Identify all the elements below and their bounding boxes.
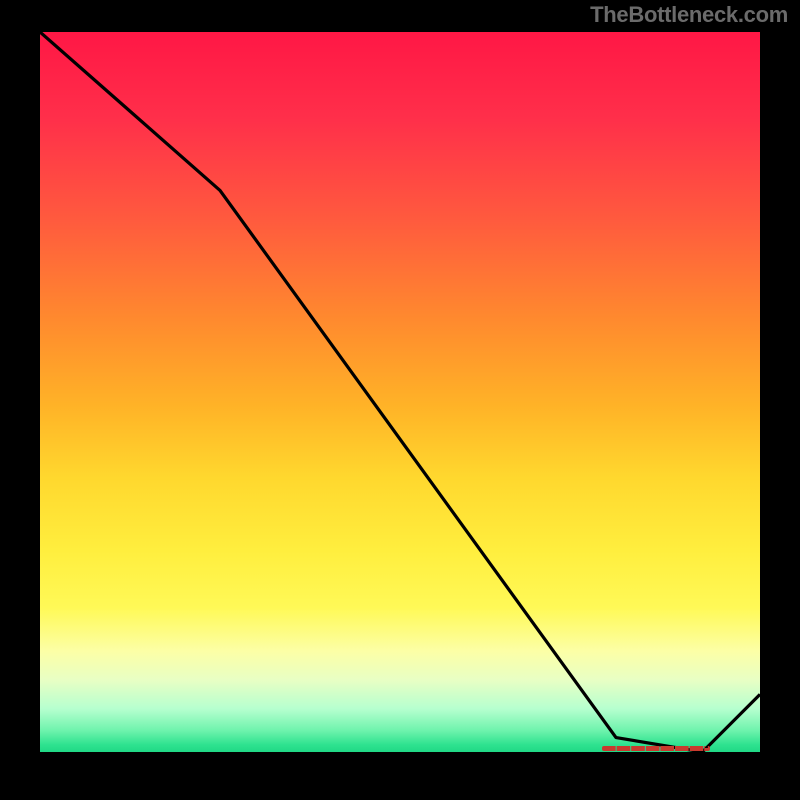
optimal-range-marker: [602, 746, 710, 751]
attribution-label: TheBottleneck.com: [590, 2, 788, 28]
chart-frame: TheBottleneck.com: [0, 0, 800, 800]
plot-gradient-background: [40, 32, 760, 752]
